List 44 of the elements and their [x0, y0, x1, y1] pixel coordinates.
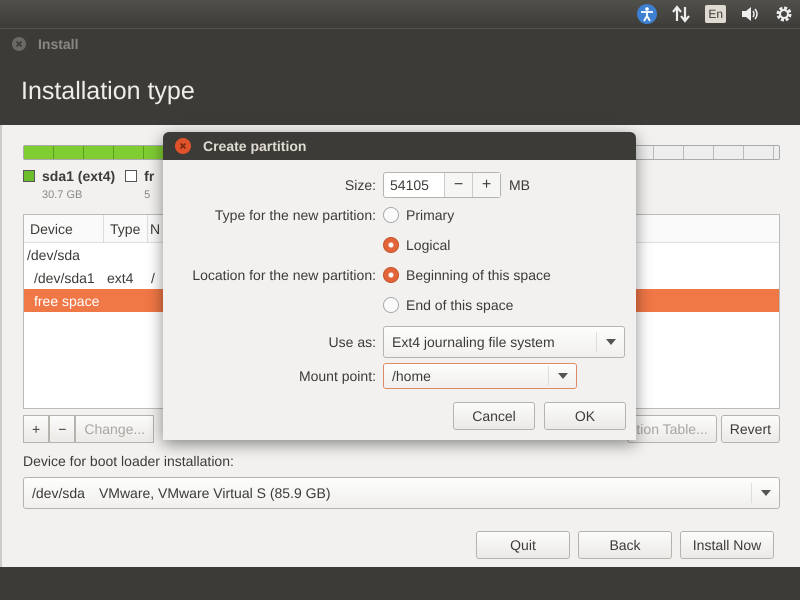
- caret-icon: [760, 490, 770, 496]
- footer-button[interactable]: Install Now: [680, 531, 774, 559]
- size-spinner[interactable]: 54105 − +: [383, 172, 501, 198]
- column-header[interactable]: Type: [104, 215, 148, 243]
- legend-size: 5: [144, 189, 152, 203]
- increment-button[interactable]: +: [472, 173, 500, 197]
- mount-point-dropdown[interactable]: /home: [383, 363, 577, 389]
- table-button[interactable]: +: [23, 415, 50, 443]
- boot-loader-label: Device for boot loader installation:: [23, 453, 234, 469]
- volume-icon[interactable]: [740, 4, 760, 24]
- use-as-dropdown[interactable]: Ext4 journaling file system: [383, 326, 625, 358]
- dialog-title: Create partition: [203, 138, 306, 154]
- dialog-button[interactable]: OK: [544, 402, 626, 430]
- gear-icon[interactable]: [774, 4, 794, 24]
- field-label: Mount point:: [298, 368, 376, 384]
- field-label: Location for the new partition:: [192, 267, 376, 283]
- footer-button[interactable]: Back: [578, 531, 672, 559]
- radio-button[interactable]: Logical: [383, 237, 450, 253]
- keyboard-layout-indicator[interactable]: En: [705, 5, 726, 23]
- legend-label: sda1 (ext4): [42, 168, 116, 186]
- radio-button[interactable]: Beginning of this space: [383, 267, 551, 283]
- field-label: Type for the new partition:: [214, 207, 376, 223]
- boot-loader-dropdown[interactable]: /dev/sda VMware, VMware Virtual S (85.9 GB): [23, 477, 780, 509]
- legend-label: fr: [144, 168, 154, 186]
- size-input[interactable]: 54105: [384, 173, 444, 197]
- table-button[interactable]: Revert: [720, 415, 780, 443]
- decrement-button[interactable]: −: [444, 173, 472, 197]
- dialog-button[interactable]: Cancel: [453, 402, 535, 430]
- caret-icon: [558, 373, 568, 379]
- field-label: Use as:: [328, 334, 376, 350]
- legend-size: 30.7 GB: [42, 189, 84, 203]
- radio-button[interactable]: End of this space: [383, 297, 514, 313]
- caret-icon: [606, 339, 616, 345]
- field-label: Size:: [344, 177, 376, 193]
- unit-label: MB: [509, 177, 530, 193]
- network-arrows-icon[interactable]: [671, 4, 692, 24]
- table-button[interactable]: −: [49, 415, 76, 443]
- footer-button[interactable]: Quit: [476, 531, 570, 559]
- accessibility-icon[interactable]: [637, 4, 658, 24]
- window-title: Install: [38, 36, 78, 52]
- radio-button[interactable]: Primary: [383, 207, 454, 223]
- page-heading: Installation type: [21, 77, 195, 106]
- close-icon[interactable]: [175, 138, 191, 154]
- column-header[interactable]: Device: [24, 215, 104, 243]
